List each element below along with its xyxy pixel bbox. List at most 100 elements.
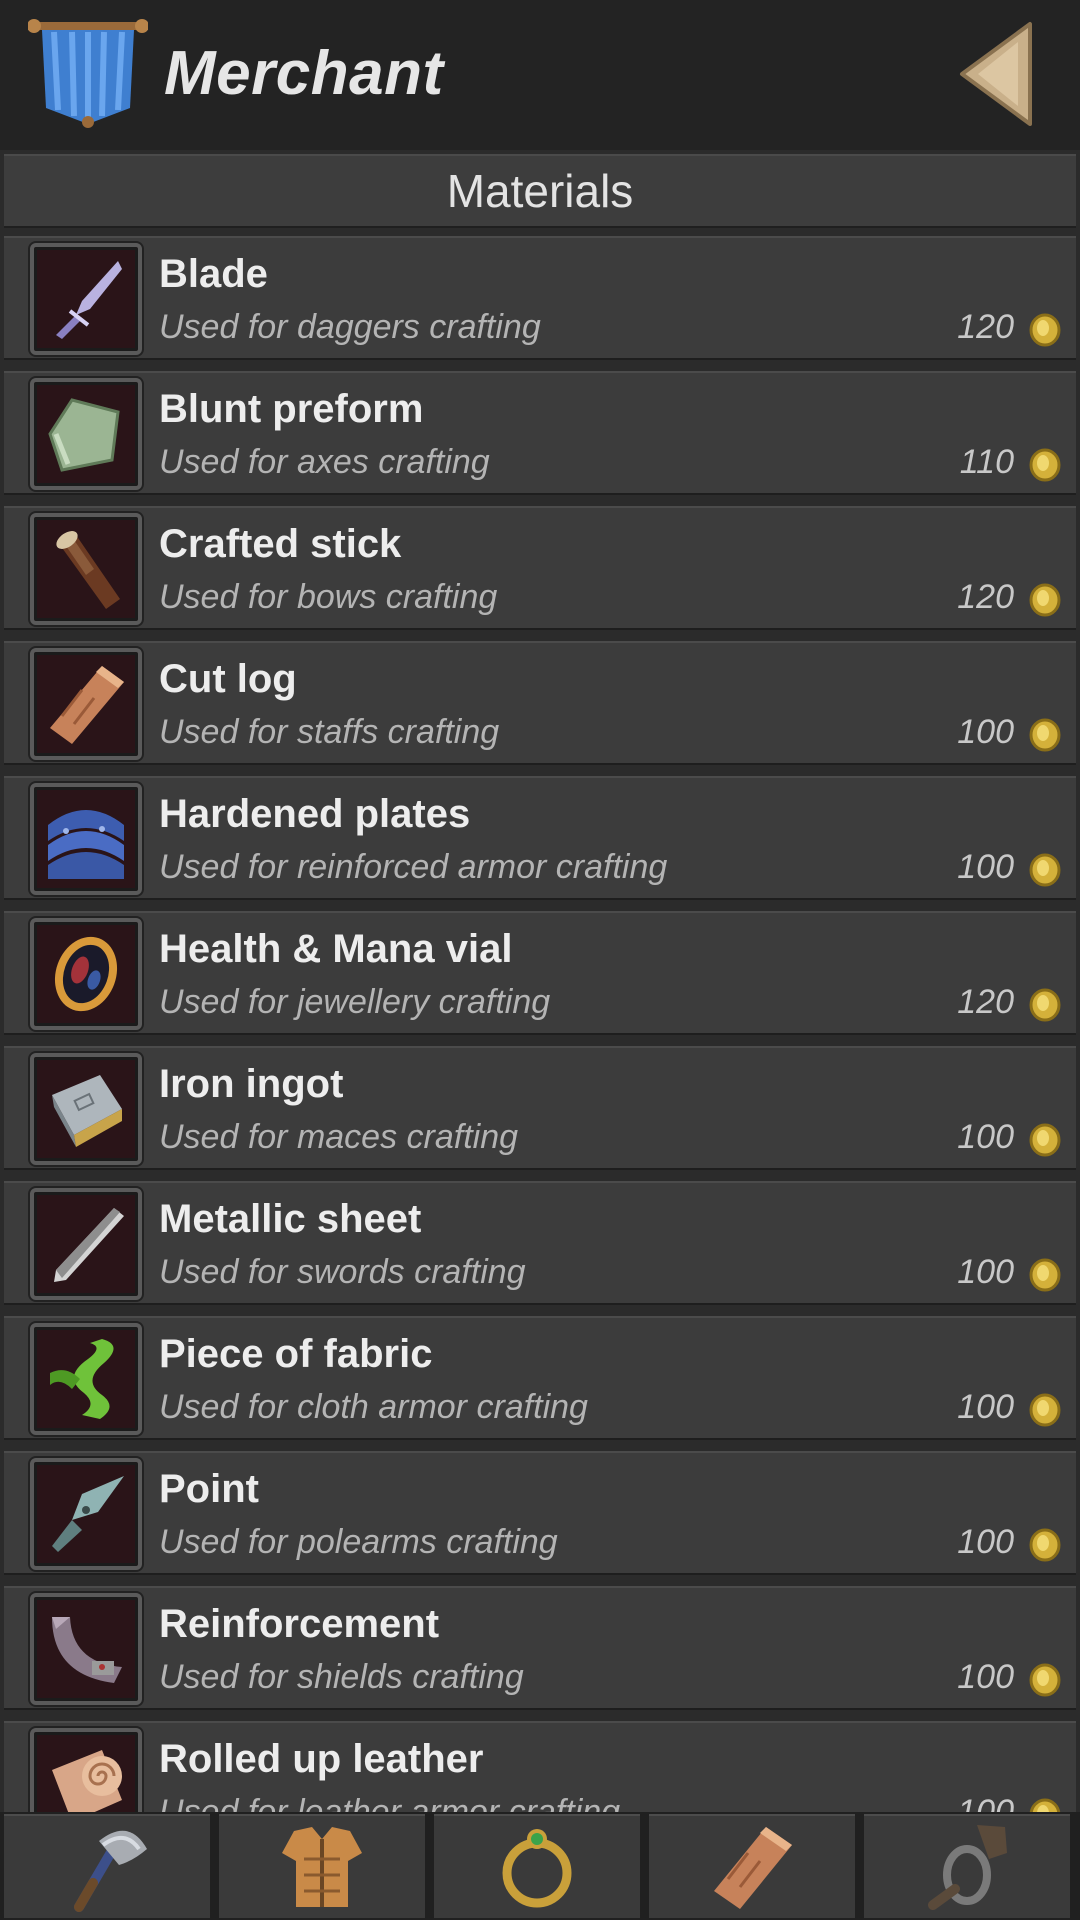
item-description: Used for bows crafting bbox=[159, 578, 498, 616]
list-item[interactable]: Iron ingot Used for maces crafting 100 bbox=[4, 1046, 1076, 1170]
leather-icon bbox=[52, 1750, 122, 1812]
item-name: Health & Mana vial bbox=[159, 927, 513, 971]
coin-icon bbox=[1029, 718, 1061, 752]
list-item[interactable]: Crafted stick Used for bows crafting 120 bbox=[4, 506, 1076, 630]
list-item[interactable]: Point Used for polearms crafting 100 bbox=[4, 1451, 1076, 1575]
item-description: Used for jewellery crafting bbox=[159, 983, 551, 1021]
item-price: 100 bbox=[957, 848, 1014, 886]
item-price: 100 bbox=[957, 1118, 1014, 1156]
list-item[interactable]: Rolled up leather Used for leather armor… bbox=[4, 1721, 1076, 1812]
item-name: Metallic sheet bbox=[159, 1197, 422, 1241]
axe-icon bbox=[74, 1830, 147, 1912]
item-name: Hardened plates bbox=[159, 792, 471, 836]
vial-icon bbox=[54, 936, 118, 1012]
coin-icon bbox=[1029, 1393, 1061, 1427]
tab-jewellery[interactable] bbox=[434, 1814, 640, 1918]
list-item[interactable]: Blunt preform Used for axes crafting 110 bbox=[4, 371, 1076, 495]
item-name: Cut log bbox=[159, 657, 297, 701]
item-icon-frame bbox=[30, 1188, 142, 1300]
item-price: 100 bbox=[957, 1523, 1014, 1561]
coin-icon bbox=[1029, 1798, 1061, 1812]
coin-icon bbox=[1029, 1258, 1061, 1292]
back-arrow-icon[interactable] bbox=[956, 18, 1036, 130]
reinforcement-icon bbox=[52, 1617, 122, 1683]
item-icon-frame bbox=[30, 378, 142, 490]
shield-handle-icon bbox=[928, 1825, 1007, 1910]
tab-weapons[interactable] bbox=[4, 1814, 210, 1918]
list-item[interactable]: Reinforcement Used for shields crafting … bbox=[4, 1586, 1076, 1710]
item-price: 100 bbox=[957, 1388, 1014, 1426]
log-icon bbox=[714, 1827, 792, 1909]
item-icon-frame bbox=[30, 1728, 142, 1812]
item-icon-frame bbox=[30, 1593, 142, 1705]
list-item[interactable]: Health & Mana vial Used for jewellery cr… bbox=[4, 911, 1076, 1035]
item-description: Used for swords crafting bbox=[159, 1253, 526, 1291]
item-name: Piece of fabric bbox=[159, 1332, 433, 1376]
header-bar: Merchant bbox=[0, 0, 1080, 150]
tab-armor[interactable] bbox=[219, 1814, 425, 1918]
tab-misc[interactable] bbox=[864, 1814, 1070, 1918]
coin-icon bbox=[1029, 313, 1061, 347]
crafted-stick-icon bbox=[56, 531, 120, 609]
tab-materials[interactable] bbox=[649, 1814, 855, 1918]
item-name: Point bbox=[159, 1467, 259, 1511]
materials-list[interactable]: Blade Used for daggers crafting 120 Blun… bbox=[0, 236, 1080, 1812]
item-icon-frame bbox=[30, 1458, 142, 1570]
fabric-icon bbox=[50, 1339, 114, 1419]
page-title: Merchant bbox=[164, 39, 444, 108]
item-description: Used for maces crafting bbox=[159, 1118, 519, 1156]
coin-icon bbox=[1029, 583, 1061, 617]
hardened-plates-icon bbox=[48, 810, 124, 879]
category-tab-bar bbox=[0, 1812, 1080, 1920]
item-name: Iron ingot bbox=[159, 1062, 344, 1106]
item-name: Blunt preform bbox=[159, 387, 424, 431]
item-price: 120 bbox=[957, 578, 1014, 616]
coin-icon bbox=[1029, 1123, 1061, 1157]
item-price: 120 bbox=[957, 308, 1014, 346]
item-description: Used for reinforced armor crafting bbox=[159, 848, 668, 886]
coin-icon bbox=[1029, 1663, 1061, 1697]
coin-icon bbox=[1029, 988, 1061, 1022]
item-icon-frame bbox=[30, 648, 142, 760]
item-icon-frame bbox=[30, 783, 142, 895]
item-price: 120 bbox=[957, 983, 1014, 1021]
item-description: Used for polearms crafting bbox=[159, 1523, 558, 1561]
blunt-preform-icon bbox=[48, 398, 120, 472]
banner-icon bbox=[28, 19, 148, 128]
item-description: Used for shields crafting bbox=[159, 1658, 524, 1696]
point-icon bbox=[52, 1476, 124, 1552]
cut-log-icon bbox=[50, 666, 124, 744]
item-price: 110 bbox=[959, 443, 1014, 481]
item-price: 100 bbox=[957, 1793, 1014, 1812]
coin-icon bbox=[1029, 448, 1061, 482]
item-icon-frame bbox=[30, 918, 142, 1030]
item-price: 100 bbox=[957, 713, 1014, 751]
item-price: 100 bbox=[957, 1253, 1014, 1291]
metallic-sheet-icon bbox=[54, 1208, 124, 1282]
coin-icon bbox=[1029, 853, 1061, 887]
coin-icon bbox=[1029, 1528, 1061, 1562]
item-price: 100 bbox=[957, 1658, 1014, 1696]
ring-icon bbox=[502, 1829, 572, 1908]
item-description: Used for leather armor crafting bbox=[159, 1793, 621, 1812]
item-name: Reinforcement bbox=[159, 1602, 440, 1646]
item-icon-frame bbox=[30, 243, 142, 355]
item-description: Used for daggers crafting bbox=[159, 308, 541, 346]
item-name: Rolled up leather bbox=[159, 1737, 484, 1781]
item-icon-frame bbox=[30, 1053, 142, 1165]
item-name: Blade bbox=[159, 252, 268, 296]
iron-ingot-icon bbox=[52, 1075, 122, 1147]
list-item[interactable]: Metallic sheet Used for swords crafting … bbox=[4, 1181, 1076, 1305]
list-item[interactable]: Piece of fabric Used for cloth armor cra… bbox=[4, 1316, 1076, 1440]
list-item[interactable]: Cut log Used for staffs crafting 100 bbox=[4, 641, 1076, 765]
item-icon-frame bbox=[30, 1323, 142, 1435]
list-item[interactable]: Hardened plates Used for reinforced armo… bbox=[4, 776, 1076, 900]
armor-icon bbox=[282, 1827, 362, 1907]
item-name: Crafted stick bbox=[159, 522, 402, 566]
item-description: Used for staffs crafting bbox=[159, 713, 500, 751]
item-description: Used for axes crafting bbox=[159, 443, 490, 481]
item-description: Used for cloth armor crafting bbox=[159, 1388, 588, 1426]
section-title: Materials bbox=[4, 154, 1076, 228]
blade-icon bbox=[56, 261, 122, 339]
list-item[interactable]: Blade Used for daggers crafting 120 bbox=[4, 236, 1076, 360]
